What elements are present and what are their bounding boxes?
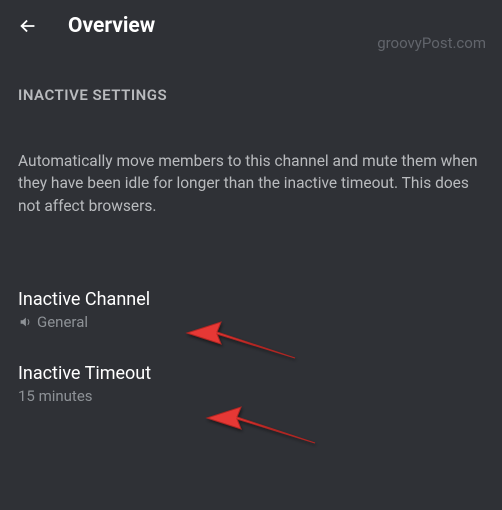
inactive-channel-value-text: General [37, 313, 88, 331]
inactive-channel-row[interactable]: Inactive Channel General [18, 279, 484, 353]
inactive-timeout-label: Inactive Timeout [18, 363, 484, 384]
header-bar: Overview groovyPost.com [0, 0, 502, 50]
inactive-channel-label: Inactive Channel [18, 289, 484, 310]
page-title: Overview [68, 14, 155, 38]
inactive-timeout-value: 15 minutes [18, 387, 484, 405]
watermark-text: groovyPost.com [377, 34, 486, 52]
inactive-channel-value: General [18, 313, 484, 331]
section-header: INACTIVE SETTINGS [18, 86, 484, 104]
inactive-timeout-value-text: 15 minutes [18, 387, 93, 405]
speaker-icon [18, 315, 32, 329]
back-button[interactable] [16, 14, 40, 38]
inactive-settings-section: INACTIVE SETTINGS Automatically move mem… [0, 86, 502, 427]
section-description: Automatically move members to this chann… [18, 150, 484, 217]
inactive-timeout-row[interactable]: Inactive Timeout 15 minutes [18, 353, 484, 427]
arrow-left-icon [17, 15, 39, 37]
